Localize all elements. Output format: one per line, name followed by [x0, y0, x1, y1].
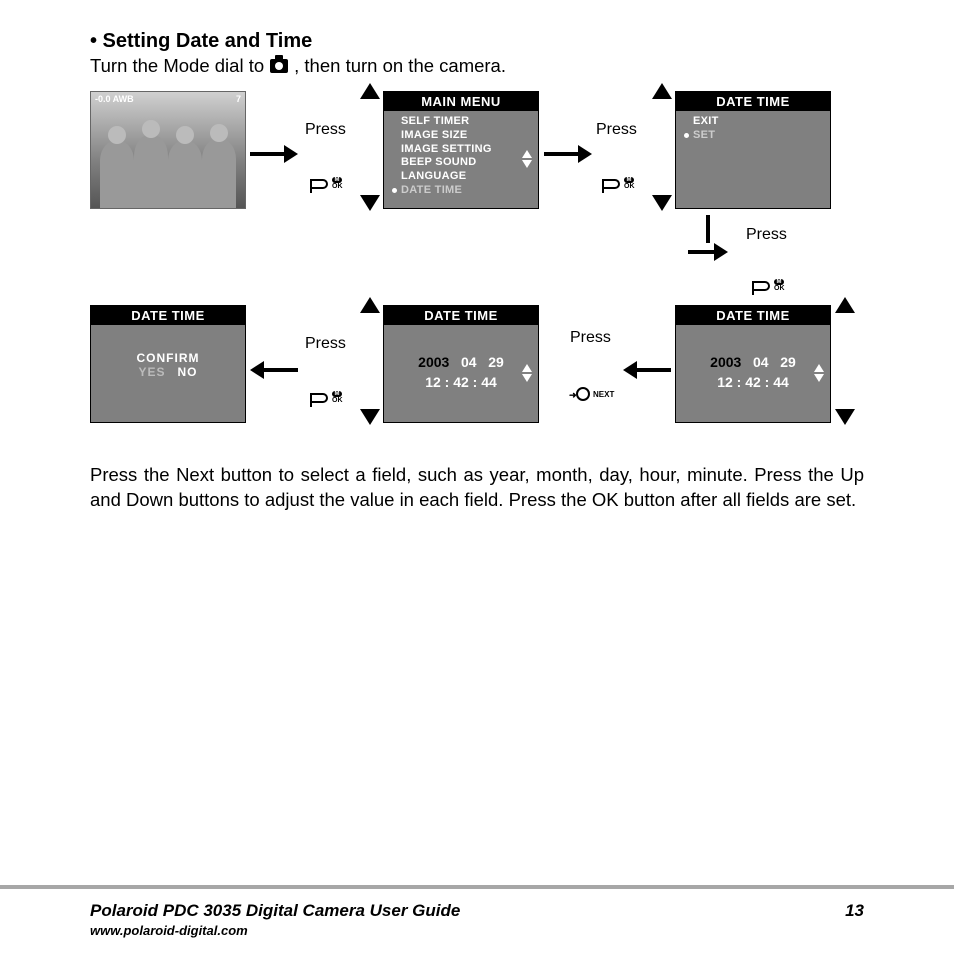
- next-label: NEXT: [593, 390, 614, 399]
- screen-title: DATE TIME: [676, 92, 830, 111]
- footer-guide-title: Polaroid PDC 3035 Digital Camera User Gu…: [90, 901, 460, 921]
- menu-item: EXIT: [693, 115, 719, 129]
- footer-url: www.polaroid-digital.com: [90, 923, 864, 938]
- arrow-left-icon: [623, 361, 671, 379]
- month-field: 04: [461, 354, 477, 370]
- ok-button-icon: MOK: [312, 391, 343, 404]
- up-down-hint: [360, 297, 380, 425]
- datetime-value-screen-1: DATE TIME 2003 04 29 12 : 42 : 44: [675, 305, 831, 423]
- screen-title: DATE TIME: [384, 306, 538, 325]
- up-down-hint: [835, 297, 855, 425]
- press-label: Press: [570, 329, 611, 347]
- datetime-menu-screen: DATE TIME EXIT SET: [675, 91, 831, 209]
- camera-icon: [270, 59, 288, 73]
- screen-title: DATE TIME: [676, 306, 830, 325]
- scroll-indicator-icon: [522, 150, 532, 168]
- menu-item-selected: SET: [693, 129, 715, 143]
- confirm-screen: DATE TIME CONFIRM YES NO: [90, 305, 246, 423]
- next-button-icon: ➜NEXT: [576, 387, 614, 401]
- time-field: 12 : 42 : 44: [717, 374, 789, 390]
- press-label: Press: [746, 226, 787, 244]
- triangle-down-icon: [652, 195, 672, 211]
- menu-item: IMAGE SIZE: [401, 129, 468, 143]
- ok-button-icon: MOK: [312, 177, 343, 190]
- triangle-up-icon: [360, 297, 380, 313]
- arrow-left-icon: [250, 361, 298, 379]
- ok-label: OK: [332, 183, 343, 190]
- ok-label: OK: [774, 285, 785, 292]
- triangle-up-icon: [652, 83, 672, 99]
- triangle-down-icon: [835, 409, 855, 425]
- menu-item: BEEP SOUND: [401, 156, 477, 170]
- intro-after: , then turn on the camera.: [294, 55, 506, 77]
- arrow-down-right-icon: [688, 215, 728, 261]
- arrow-right-icon: [544, 145, 592, 163]
- flow-diagram: -0.0 AWB 7 Press MOK MAIN MENU SELF TIME…: [90, 91, 864, 451]
- year-field: 2003: [710, 354, 741, 370]
- press-label: Press: [305, 121, 346, 139]
- year-field: 2003: [418, 354, 449, 370]
- body-paragraph: Press the Next button to select a field,…: [90, 463, 864, 513]
- page-number: 13: [845, 901, 864, 921]
- screen-title: MAIN MENU: [384, 92, 538, 111]
- triangle-up-icon: [360, 83, 380, 99]
- ok-button-icon: MOK: [754, 279, 785, 292]
- section-heading: • Setting Date and Time: [90, 30, 864, 53]
- scroll-indicator-icon: [522, 364, 532, 382]
- confirm-no: NO: [178, 365, 198, 379]
- osd-left: -0.0 AWB: [95, 94, 134, 104]
- arrow-right-icon: [250, 145, 298, 163]
- menu-item: LANGUAGE: [401, 170, 466, 184]
- ok-label: OK: [624, 183, 635, 190]
- day-field: 29: [488, 354, 504, 370]
- menu-item: IMAGE SETTING: [401, 143, 492, 157]
- triangle-up-icon: [835, 297, 855, 313]
- ok-button-icon: MOK: [604, 177, 635, 190]
- triangle-down-icon: [360, 195, 380, 211]
- intro-before: Turn the Mode dial to: [90, 55, 264, 77]
- time-field: 12 : 42 : 44: [425, 374, 497, 390]
- menu-item-selected: DATE TIME: [401, 184, 462, 198]
- press-label: Press: [305, 335, 346, 353]
- scroll-indicator-icon: [814, 364, 824, 382]
- intro-text: Turn the Mode dial to , then turn on the…: [90, 55, 864, 77]
- page-footer: Polaroid PDC 3035 Digital Camera User Gu…: [0, 885, 954, 954]
- day-field: 29: [780, 354, 796, 370]
- datetime-value-screen-2: DATE TIME 2003 04 29 12 : 42 : 44: [383, 305, 539, 423]
- press-label: Press: [596, 121, 637, 139]
- up-down-hint: [652, 83, 672, 211]
- main-menu-screen: MAIN MENU SELF TIMER IMAGE SIZE IMAGE SE…: [383, 91, 539, 209]
- screen-title: DATE TIME: [91, 306, 245, 325]
- confirm-label: CONFIRM: [99, 351, 237, 365]
- up-down-hint: [360, 83, 380, 211]
- month-field: 04: [753, 354, 769, 370]
- osd-right: 7: [236, 94, 241, 104]
- menu-item: SELF TIMER: [401, 115, 469, 129]
- triangle-down-icon: [360, 409, 380, 425]
- ok-label: OK: [332, 397, 343, 404]
- camera-preview-screen: -0.0 AWB 7: [90, 91, 246, 209]
- confirm-yes: YES: [138, 365, 165, 379]
